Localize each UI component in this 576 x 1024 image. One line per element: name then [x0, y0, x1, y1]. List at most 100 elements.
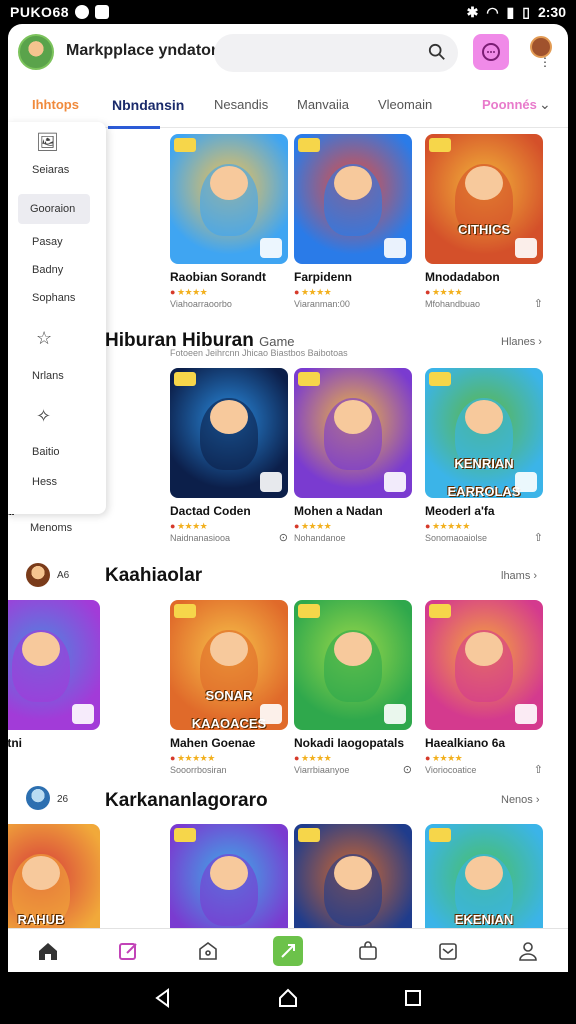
drawer-item[interactable]: Nrlans: [8, 370, 106, 382]
share-icon[interactable]: ⊙: [279, 531, 288, 544]
game-card[interactable]: KENRIAN EARROLAS Meoderl a'fa ● ★★★★★ Sonom…: [425, 368, 543, 544]
bag-icon[interactable]: [353, 936, 383, 966]
rating-stars: ● ★★★★: [294, 753, 332, 763]
signal-icon: ▮: [506, 3, 515, 20]
platform-badge-icon: [260, 704, 282, 724]
see-more-link[interactable]: Hlanes ›: [501, 336, 542, 348]
home-system-icon[interactable]: [277, 987, 299, 1009]
tab-promo[interactable]: Poonnés: [482, 97, 537, 112]
game-thumbnail[interactable]: [294, 368, 412, 498]
rating-tag: [174, 138, 196, 152]
rating-tag: [429, 372, 451, 386]
section-count: A6: [57, 570, 70, 581]
tab-indicator: [108, 126, 160, 129]
search-icon[interactable]: [428, 43, 446, 61]
battery-icon: ▯: [522, 3, 530, 20]
game-thumbnail[interactable]: [294, 134, 412, 264]
game-thumbnail[interactable]: CITHICS: [425, 134, 543, 264]
game-card[interactable]: Nalatni ●: [8, 600, 100, 764]
store-icon[interactable]: [193, 936, 223, 966]
game-card[interactable]: SONAR KAAOACES Mahen Goenae ● ★★★★★ Sooorrb…: [170, 600, 288, 775]
game-card[interactable]: CITHICS Mnodadabon ● ★★★★ Mfohandbuao ⇧: [425, 134, 543, 310]
game-thumbnail[interactable]: [425, 600, 543, 730]
platform-badge-icon: [72, 704, 94, 724]
drawer-item[interactable]: Badny: [8, 264, 106, 276]
chevron-down-icon[interactable]: ⌄: [539, 96, 551, 113]
tab-5[interactable]: Vleomain: [378, 97, 432, 112]
rating-tag: [174, 828, 196, 842]
share-icon[interactable]: ⊙: [403, 763, 412, 776]
rating-tag: [298, 372, 320, 386]
home-icon[interactable]: [33, 936, 63, 966]
back-icon[interactable]: [152, 987, 174, 1009]
tab-top[interactable]: Ihhtops: [32, 97, 79, 112]
game-thumbnail[interactable]: KENRIAN EARROLAS: [425, 368, 543, 498]
page-title: Markpplace yndaton: [66, 42, 221, 59]
game-icon[interactable]: [273, 935, 303, 966]
rating-tag: [174, 372, 196, 386]
rating-stars: ● ★★★★: [170, 521, 208, 531]
menu-label[interactable]: Menoms: [30, 522, 72, 534]
see-more-link[interactable]: Nenos ›: [501, 794, 540, 806]
game-meta: Naidnanasiooa ⊙: [170, 531, 288, 544]
share-icon[interactable]: ⇧: [534, 297, 543, 310]
game-title: Nokadi Iaogopatals: [294, 736, 405, 750]
drawer-item-selected[interactable]: Gooraion: [18, 194, 90, 224]
clock: 2:30: [537, 4, 566, 20]
app-avatar[interactable]: [18, 34, 54, 70]
rating-tag: [298, 604, 320, 618]
status-bar: PUKO68 ✱ ◠ ▮ ▯ 2:30: [0, 0, 576, 24]
game-meta: Sooorrbosiran: [170, 765, 227, 775]
more-menu-icon[interactable]: ⋮: [539, 56, 551, 70]
game-title: Dactad Coden: [170, 504, 251, 518]
section-avatar: [26, 786, 50, 810]
game-meta: Sonomaoaiolse ⇧: [425, 531, 543, 544]
app-window: Markpplace yndaton ⋮ Ihhtops Nbndansin N…: [8, 24, 568, 972]
section-avatar: [26, 563, 50, 587]
tab-3[interactable]: Nesandis: [214, 97, 268, 112]
rating-tag: [298, 828, 320, 842]
drawer-item[interactable]: Baitio: [8, 446, 106, 458]
recents-icon[interactable]: [402, 987, 424, 1009]
chat-button[interactable]: [473, 34, 509, 70]
game-card[interactable]: Dactad Coden ● ★★★★ Naidnanasiooa ⊙: [170, 368, 288, 544]
drawer-item[interactable]: Seiaras: [8, 164, 106, 176]
game-thumbnail[interactable]: [294, 600, 412, 730]
search-input[interactable]: [214, 34, 458, 72]
drawer-item[interactable]: Sophans: [8, 292, 106, 304]
see-more-link[interactable]: lhams ›: [501, 570, 537, 582]
game-card[interactable]: Farpidenn ● ★★★★ Viaranman:00: [294, 134, 412, 309]
game-thumbnail[interactable]: [170, 134, 288, 264]
game-thumbnail[interactable]: SONAR KAAOACES: [170, 600, 288, 730]
game-thumbnail[interactable]: [8, 600, 100, 730]
game-card[interactable]: Nokadi Iaogopatals ● ★★★★ Viarrbiaanyoe ⊙: [294, 600, 412, 776]
rating-stars: ● ★★★★: [294, 521, 332, 531]
platform-badge-icon: [515, 238, 537, 258]
rating-stars: ● ★★★★: [425, 287, 463, 297]
share-icon[interactable]: ⇧: [534, 531, 543, 544]
puzzle-icon: ✧: [36, 406, 52, 426]
game-card[interactable]: Raobian Sorandt ● ★★★★ Viahoarraoorbo: [170, 134, 288, 309]
game-card[interactable]: Mohen a Nadan ● ★★★★ Nohandanoe: [294, 368, 412, 543]
game-title: Raobian Sorandt: [170, 270, 267, 284]
game-card[interactable]: Haealkiano 6a ● ★★★★ Vioriocoatice ⇧: [425, 600, 543, 776]
drawer-item[interactable]: Pasay: [8, 236, 106, 248]
platform-badge-icon: [515, 704, 537, 724]
drawer-item[interactable]: Hess: [8, 476, 106, 488]
bottom-nav: [8, 928, 568, 972]
gallery-icon: 🖼: [36, 132, 59, 152]
tab-4[interactable]: Manvaiia: [297, 97, 349, 112]
game-title: Mahen Goenae: [170, 736, 256, 750]
inbox-icon[interactable]: [433, 936, 463, 966]
tab-active[interactable]: Nbndansin: [112, 97, 184, 113]
profile-icon[interactable]: [513, 936, 543, 966]
rating-stars: ● ★★★★★: [425, 521, 470, 531]
game-meta: Viaranman:00: [294, 299, 350, 309]
edit-icon[interactable]: [113, 936, 143, 966]
game-meta: Vioriocoatice ⇧: [425, 763, 543, 776]
platform-badge-icon: [515, 472, 537, 492]
platform-badge-icon: [384, 472, 406, 492]
game-meta: Viarrbiaanyoe ⊙: [294, 763, 412, 776]
share-icon[interactable]: ⇧: [534, 763, 543, 776]
game-thumbnail[interactable]: [170, 368, 288, 498]
